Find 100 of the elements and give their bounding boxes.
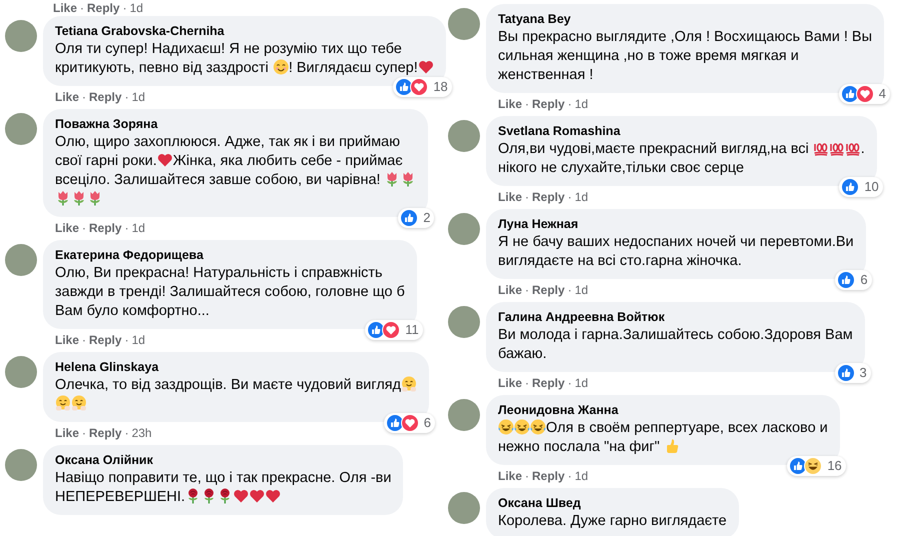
avatar[interactable] <box>5 20 37 52</box>
timestamp[interactable]: 1d <box>132 89 146 105</box>
reply-button[interactable]: Reply <box>532 96 565 112</box>
like-button[interactable]: Like <box>53 0 78 12</box>
reply-button[interactable]: Reply <box>89 220 122 236</box>
commenter-name[interactable]: Tatyana Bey <box>498 11 872 28</box>
reaction-count: 18 <box>433 78 448 96</box>
reaction-badge[interactable]: 6 <box>384 413 435 433</box>
comment-text: . <box>860 141 865 157</box>
commenter-name[interactable]: Helena Glinskaya <box>55 359 417 376</box>
reaction-count: 3 <box>860 364 867 382</box>
like-button[interactable]: Like <box>498 375 522 391</box>
reply-button[interactable]: Reply <box>532 468 565 484</box>
like-button[interactable]: Like <box>55 89 80 105</box>
reply-button[interactable]: Reply <box>532 375 565 391</box>
timestamp[interactable]: 1d <box>574 189 588 205</box>
avatar[interactable] <box>448 120 480 152</box>
hugging-face-icon <box>71 395 87 411</box>
comment-text: нежно послала "на фиг" <box>498 439 661 455</box>
comment-text: Ви молода і гарна.Залишайтесь собою.Здоровя Вам <box>498 327 853 343</box>
hugging-face-icon <box>55 395 71 411</box>
timestamp[interactable]: 1d <box>574 96 588 112</box>
avatar[interactable] <box>448 399 480 431</box>
comment-text: Оля,ви чудові,маєте прекрасний вигляд,на всі <box>498 141 810 157</box>
reaction-badge[interactable]: 2 <box>398 208 434 228</box>
reaction-count: 2 <box>423 209 430 227</box>
like-button[interactable]: Like <box>55 425 80 441</box>
like-button[interactable]: Like <box>498 282 522 298</box>
heart-icon <box>249 488 266 504</box>
commenter-name[interactable]: Оксана Швед <box>498 495 727 512</box>
avatar[interactable] <box>448 8 480 40</box>
separator: · <box>82 332 86 348</box>
commenter-name[interactable]: Екатерина Федорищева <box>55 247 405 264</box>
heart-icon <box>233 488 250 504</box>
smiley-icon <box>272 59 289 75</box>
comment-text: Вы прекрасно выглядите ,Оля ! Восхищаюсь Вами ! Вы <box>498 29 872 45</box>
comment-text: нікого не слухайте,тільки своє серце <box>498 160 744 176</box>
timestamp[interactable]: 1d <box>574 282 588 298</box>
separator: · <box>525 468 530 484</box>
like-button[interactable]: Like <box>498 189 522 205</box>
reply-button[interactable]: Reply <box>87 0 120 12</box>
reaction-badge[interactable]: 4 <box>838 84 890 104</box>
reply-button[interactable]: Reply <box>89 89 122 105</box>
separator: · <box>80 0 84 12</box>
comment-text: ! Виглядаєш супер! <box>288 60 418 76</box>
heart-icon <box>156 152 173 168</box>
comment-text: Королева. Дуже гарно виглядаєте <box>498 513 727 529</box>
reaction-badge[interactable]: 3 <box>834 363 871 383</box>
comment-text: всеціло. Залишайтеся завше собою, ви чарівна! <box>55 172 382 188</box>
timestamp[interactable]: 1d <box>130 0 144 12</box>
comment-text: Я не бачу ваших недоспаних ночей чи перевтоми.Ви <box>498 234 854 250</box>
commenter-name[interactable]: Луна Нежная <box>498 216 854 233</box>
avatar[interactable] <box>448 492 480 524</box>
reaction-badge[interactable]: 18 <box>393 77 452 97</box>
laughing-face-icon <box>514 419 530 435</box>
comment-text: завжди в тренді! Залишайтеся собою, головне що б <box>55 284 405 300</box>
commenter-name[interactable]: Оксана Олійник <box>55 452 392 469</box>
reaction-badge[interactable]: 6 <box>835 270 872 290</box>
commenter-name[interactable]: Поважна Зоряна <box>55 116 416 133</box>
like-button[interactable]: Like <box>55 220 80 236</box>
separator: · <box>525 96 530 112</box>
reply-button[interactable]: Reply <box>532 282 565 298</box>
heart-icon <box>265 488 282 504</box>
like-button[interactable]: Like <box>55 332 80 348</box>
like-button[interactable]: Like <box>498 468 522 484</box>
timestamp[interactable]: 1d <box>132 220 146 236</box>
love-reaction-icon <box>856 85 874 103</box>
reaction-badge[interactable]: 16 <box>787 456 846 476</box>
timestamp[interactable]: 1d <box>574 468 588 484</box>
avatar[interactable] <box>5 244 37 276</box>
heart-icon <box>418 59 434 75</box>
comment-text: Навіщо поправити те, що і так прекрасне. Оля -ви <box>55 470 392 486</box>
reply-button[interactable]: Reply <box>89 425 122 441</box>
separator: · <box>568 96 572 112</box>
separator: · <box>525 375 530 391</box>
like-button[interactable]: Like <box>498 96 522 112</box>
commenter-name[interactable]: Svetlana Romashina <box>498 123 865 140</box>
timestamp[interactable]: 23h <box>132 425 152 441</box>
avatar[interactable] <box>5 449 37 481</box>
separator: · <box>525 189 530 205</box>
commenter-name[interactable]: Tetiana Grabovska-Cherniha <box>55 23 434 40</box>
reply-button[interactable]: Reply <box>532 189 565 205</box>
avatar[interactable] <box>448 306 480 338</box>
separator: · <box>124 332 129 348</box>
comment-text: Олечка, то від заздрощів. Ви маєте чудовий вигляд <box>55 377 401 393</box>
avatar[interactable] <box>5 356 37 388</box>
commenter-name[interactable]: Леонидовна Жанна <box>498 402 828 419</box>
reply-button[interactable]: Reply <box>89 332 122 348</box>
commenter-name[interactable]: Галина Андреевна Войтюк <box>498 309 853 326</box>
timestamp[interactable]: 1d <box>132 332 146 348</box>
separator: · <box>568 468 572 484</box>
separator: · <box>124 425 129 441</box>
avatar[interactable] <box>5 113 37 145</box>
tulip-icon <box>87 190 103 206</box>
reaction-badge[interactable]: 10 <box>839 177 883 197</box>
separator: · <box>568 282 572 298</box>
laughing-face-icon <box>498 419 514 435</box>
avatar[interactable] <box>448 213 480 245</box>
reaction-badge[interactable]: 11 <box>365 320 423 340</box>
timestamp[interactable]: 1d <box>574 375 588 391</box>
